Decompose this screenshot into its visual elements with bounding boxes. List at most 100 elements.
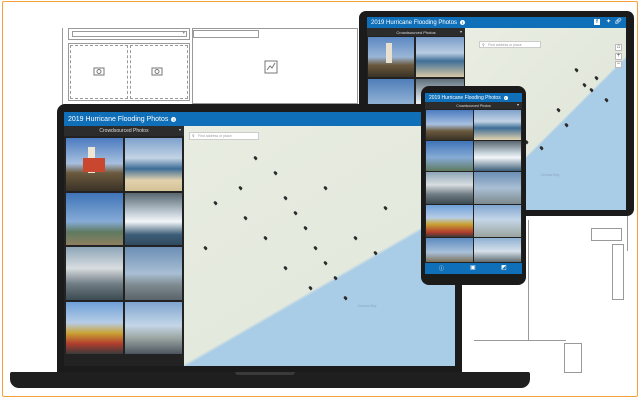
wire-phone (564, 343, 582, 373)
map-pin-icon[interactable] (263, 235, 268, 241)
home-icon[interactable]: ⌂ (615, 44, 622, 51)
info-icon[interactable]: i (503, 95, 508, 100)
map-pin-icon[interactable] (594, 75, 599, 81)
lighthouse-shape (386, 43, 392, 63)
photo-thumbnail[interactable] (66, 138, 123, 191)
chevron-down-icon: ▾ (182, 30, 185, 36)
map-pin-icon[interactable] (333, 275, 338, 281)
building-shape (83, 158, 105, 172)
map-pin-icon[interactable] (539, 145, 544, 151)
photo-thumbnail[interactable] (426, 141, 473, 171)
filter-label: Crowdsourced Photos (396, 29, 436, 35)
photo-thumbnail[interactable] (66, 193, 123, 245)
photo-thumbnail[interactable] (426, 205, 473, 237)
photo-filter-dropdown[interactable]: Crowdsourced Photos ▾ (64, 126, 184, 136)
photo-thumbnail[interactable] (426, 238, 473, 262)
facebook-icon[interactable]: f (594, 19, 600, 25)
camera-icon (93, 67, 105, 76)
wire-guide (528, 220, 529, 340)
map-icon[interactable]: ◩ (501, 264, 507, 271)
map-pin-icon[interactable] (308, 285, 313, 291)
wire-guide (62, 28, 63, 108)
illustration: ▾ 2019 Hurricane Flooding Photos i f ✦ 🔗… (0, 0, 641, 399)
photo-thumbnail[interactable] (66, 302, 123, 354)
chevron-down-icon: ▾ (178, 127, 181, 132)
search-input[interactable]: Find address or place ⚲ (189, 132, 259, 140)
photo-thumbnail[interactable] (125, 302, 182, 354)
twitter-icon[interactable]: ✦ (606, 18, 611, 25)
map-pin-icon[interactable] (323, 260, 328, 266)
map-pin-icon[interactable] (604, 97, 609, 103)
photo-filter-dropdown[interactable]: Crowdsourced Photos ▾ (367, 28, 465, 36)
photo-thumbnail[interactable] (368, 37, 414, 77)
tablet-header: 2019 Hurricane Flooding Photos i f ✦ 🔗︎ (367, 17, 626, 28)
camera-icon (151, 67, 163, 76)
app-title: 2019 Hurricane Flooding Photos (371, 19, 458, 26)
laptop-map[interactable]: Find address or place ⚲ Onslow Bay (184, 126, 455, 366)
laptop-screen: 2019 Hurricane Flooding Photos i Crowdso… (64, 112, 455, 366)
filter-label: Crowdsourced Photos (99, 128, 149, 134)
wire-search-box (193, 30, 259, 38)
photo-thumbnail[interactable] (125, 138, 182, 191)
map-pin-icon[interactable] (283, 195, 288, 201)
phone-tab-bar: ⓘ ▣ ◩ (425, 263, 522, 274)
phone-device: 2019 Hurricane Flooding Photos i Crowdso… (421, 86, 526, 285)
laptop-hinge-notch (235, 372, 295, 375)
search-input[interactable]: Find address or place ⚲ (479, 41, 541, 48)
map-pin-icon[interactable] (238, 185, 243, 191)
link-icon[interactable]: 🔗︎ (614, 18, 622, 25)
map-pin-icon[interactable] (313, 245, 318, 251)
map-pin-icon[interactable] (373, 250, 378, 256)
zoom-in-icon[interactable]: + (615, 53, 622, 60)
info-icon[interactable]: ⓘ (439, 265, 444, 272)
wire-control-group (591, 228, 622, 241)
photo-thumbnail[interactable] (426, 110, 473, 140)
map-pin-icon[interactable] (303, 225, 308, 231)
wire-guide (627, 216, 628, 251)
photo-thumbnail[interactable] (416, 37, 464, 77)
map-label: Onslow Bay (540, 173, 560, 177)
search-icon[interactable]: ⚲ (482, 42, 485, 48)
info-icon[interactable]: i (460, 20, 466, 25)
photo-filter-dropdown[interactable]: Crowdsourced Photos ▾ (425, 102, 522, 109)
map-pin-icon[interactable] (283, 265, 288, 271)
map-pin-icon[interactable] (574, 67, 579, 73)
map-pin-icon[interactable] (353, 235, 358, 241)
map-pin-icon[interactable] (253, 155, 258, 161)
photo-thumbnail[interactable] (474, 141, 521, 171)
map-pin-icon[interactable] (323, 185, 328, 191)
photo-thumbnail[interactable] (426, 172, 473, 204)
info-icon[interactable]: i (171, 116, 177, 122)
map-pin-icon[interactable] (589, 87, 594, 93)
map-pin-icon[interactable] (383, 205, 388, 211)
map-pin-icon[interactable] (273, 170, 278, 176)
wire-dropdown: ▾ (72, 30, 187, 37)
photo-gallery (64, 136, 184, 366)
photo-thumbnail[interactable] (474, 205, 521, 237)
gallery-icon[interactable]: ▣ (470, 264, 476, 271)
map-pin-icon[interactable] (582, 82, 587, 88)
photo-thumbnail[interactable] (125, 193, 182, 245)
map-pin-icon[interactable] (564, 122, 569, 128)
map-pin-icon[interactable] (243, 215, 248, 221)
map-pin-icon[interactable] (203, 245, 208, 251)
map-pin-icon[interactable] (293, 210, 298, 216)
app-title: 2019 Hurricane Flooding Photos (68, 115, 169, 123)
chevron-down-icon: ▾ (516, 102, 519, 107)
photo-thumbnail[interactable] (474, 172, 521, 204)
map-pin-icon[interactable] (556, 107, 561, 113)
photo-thumbnail[interactable] (125, 247, 182, 300)
photo-thumbnail[interactable] (66, 247, 123, 300)
map-pin-icon[interactable] (343, 295, 348, 301)
map-label: Onslow Bay (357, 304, 377, 308)
wire-toolbar (612, 244, 624, 300)
phone-header: 2019 Hurricane Flooding Photos i (425, 93, 522, 102)
wire-guide (474, 340, 566, 341)
app-title: 2019 Hurricane Flooding Photos (429, 94, 501, 101)
photo-thumbnail[interactable] (474, 238, 521, 262)
filter-label: Crowdsourced Photos (456, 103, 491, 108)
map-pin-icon[interactable] (213, 200, 218, 206)
photo-thumbnail[interactable] (474, 110, 521, 140)
zoom-out-icon[interactable]: − (615, 61, 622, 68)
search-icon[interactable]: ⚲ (192, 133, 195, 140)
